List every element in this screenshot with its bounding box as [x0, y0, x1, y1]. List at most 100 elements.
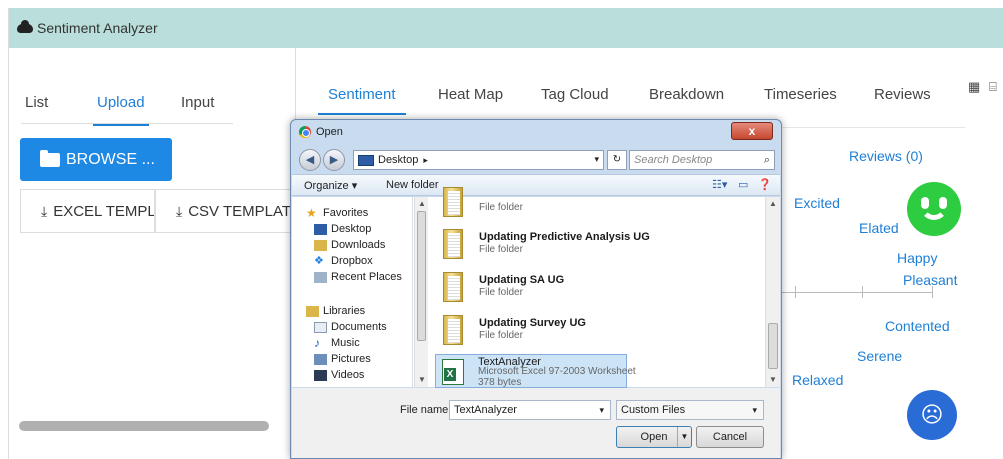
nav-scrollbar[interactable]: ▲ ▼ — [414, 197, 428, 387]
axis-tick — [862, 286, 863, 298]
file-name: Updating Survey UG — [479, 317, 586, 329]
folder-icon — [443, 229, 463, 259]
file-size: 378 bytes — [478, 377, 522, 388]
nav-libraries[interactable]: Libraries — [306, 305, 365, 317]
nav-label: Pictures — [331, 353, 371, 365]
nav-label: Desktop — [331, 223, 372, 235]
browse-button[interactable]: BROWSE ... — [20, 138, 172, 181]
chevron-down-icon[interactable]: ▾ — [752, 401, 757, 419]
recent-places-icon — [314, 271, 327, 283]
tab-input[interactable]: Input — [181, 94, 214, 111]
nav-label: Downloads — [331, 239, 386, 251]
file-item-selected[interactable]: TextAnalyzer Microsoft Excel 97-2003 Wor… — [435, 354, 636, 388]
download-icon: ⤓ — [41, 202, 48, 219]
nav-dropbox[interactable]: ❖ Dropbox — [314, 255, 373, 267]
nav-favorites[interactable]: ★ Favorites — [306, 207, 369, 220]
scroll-down-icon[interactable]: ▼ — [769, 375, 777, 384]
download-icon: ⤓ — [176, 202, 183, 219]
nav-label: Favorites — [323, 207, 369, 219]
chevron-down-icon[interactable]: ▼ — [677, 427, 691, 447]
csv-template-button[interactable]: ⤓ CSV TEMPLATE — [155, 189, 296, 233]
organize-menu[interactable]: Organize ▾ — [304, 179, 357, 192]
nav-label: Recent Places — [331, 271, 402, 283]
excel-template-button[interactable]: ⤓ EXCEL TEMPLATE — [20, 189, 155, 233]
file-item-folder[interactable]: Updating Survey UG File folder — [437, 313, 637, 351]
new-folder-button[interactable]: New folder — [386, 179, 439, 191]
nav-videos[interactable]: Videos — [314, 369, 364, 381]
excel-file-icon — [442, 359, 464, 385]
happy-face-icon — [907, 182, 961, 236]
file-type-value: Custom Files — [621, 404, 686, 416]
file-name-label: File name: — [400, 404, 452, 416]
network-icon[interactable]: ⌸ — [989, 79, 997, 95]
pictures-icon — [314, 353, 327, 365]
app-titlebar: Sentiment Analyzer — [9, 8, 1003, 48]
nav-label: Music — [331, 337, 360, 349]
nav-label: Libraries — [323, 305, 366, 317]
back-arrow-icon[interactable]: ◀ — [299, 149, 321, 171]
search-icon[interactable]: ⌕ — [764, 151, 770, 169]
documents-icon — [314, 321, 327, 333]
excel-export-icon[interactable]: ▦ — [968, 79, 980, 95]
left-panel: List Upload Input BROWSE ... ⤓ EXCEL TEM… — [9, 48, 296, 459]
help-icon[interactable]: ❓ — [758, 178, 772, 191]
sentiment-axis — [780, 292, 933, 293]
files-scrollbar[interactable]: ▲ ▼ — [765, 197, 780, 387]
folder-icon — [443, 187, 463, 217]
nav-music[interactable]: ♪ Music — [314, 337, 360, 350]
refresh-icon[interactable]: ↻ — [607, 150, 627, 170]
tab-heat-map[interactable]: Heat Map — [438, 86, 503, 103]
tab-list[interactable]: List — [25, 94, 48, 111]
address-text: Desktop — [378, 154, 419, 166]
scroll-up-icon[interactable]: ▲ — [418, 199, 426, 208]
file-item-folder[interactable]: Updating SA UG File folder — [437, 270, 637, 308]
file-name-value: TextAnalyzer — [454, 404, 517, 416]
file-type: File folder — [479, 287, 523, 298]
scroll-thumb[interactable] — [417, 211, 426, 341]
nav-pictures[interactable]: Pictures — [314, 353, 371, 365]
folder-icon — [443, 315, 463, 345]
nav-downloads[interactable]: Downloads — [314, 239, 385, 251]
reviews-count[interactable]: Reviews (0) — [849, 148, 923, 164]
axis-tick — [795, 286, 796, 298]
forward-arrow-icon[interactable]: ▶ — [323, 149, 345, 171]
chevron-down-icon[interactable]: ▾ — [594, 154, 599, 165]
downloads-icon — [314, 239, 327, 251]
scroll-thumb[interactable] — [768, 323, 778, 369]
horizontal-scrollbar[interactable] — [19, 421, 269, 431]
open-button[interactable]: Open ▼ — [616, 426, 692, 448]
file-type-select[interactable]: Custom Files ▾ — [616, 400, 764, 420]
file-name-input[interactable]: TextAnalyzer ▾ — [449, 400, 611, 420]
desktop-icon — [314, 223, 327, 235]
tab-tag-cloud[interactable]: Tag Cloud — [541, 86, 609, 103]
browse-label: BROWSE ... — [66, 150, 155, 168]
close-button[interactable]: x — [731, 122, 773, 140]
tab-reviews[interactable]: Reviews — [874, 86, 931, 103]
file-name: Updating Predictive Analysis UG — [479, 231, 650, 243]
scroll-up-icon[interactable]: ▲ — [769, 199, 777, 208]
file-type: File folder — [479, 244, 523, 255]
file-item-folder[interactable]: File folder — [437, 185, 637, 223]
scroll-down-icon[interactable]: ▼ — [418, 375, 426, 384]
dialog-title: Open — [316, 126, 343, 138]
dialog-titlebar: Open — [299, 126, 343, 138]
dropbox-icon: ❖ — [314, 254, 324, 267]
tab-timeseries[interactable]: Timeseries — [764, 86, 837, 103]
file-item-folder[interactable]: Updating Predictive Analysis UG File fol… — [437, 227, 650, 265]
search-input[interactable]: Search Desktop ⌕ — [629, 150, 775, 170]
chevron-down-icon[interactable]: ▾ — [599, 401, 604, 419]
tab-upload[interactable]: Upload — [93, 94, 149, 126]
preview-pane-icon[interactable]: ▭ — [738, 178, 748, 191]
emotion-pleasant: Pleasant — [903, 272, 958, 288]
tab-breakdown[interactable]: Breakdown — [649, 86, 724, 103]
excel-template-label: EXCEL TEMPLATE — [53, 202, 155, 220]
nav-documents[interactable]: Documents — [314, 321, 387, 333]
view-options-icon[interactable]: ☷▾ — [712, 178, 727, 191]
emotion-excited: Excited — [794, 195, 840, 211]
tab-sentiment[interactable]: Sentiment — [318, 86, 406, 115]
nav-recent-places[interactable]: Recent Places — [314, 271, 402, 283]
cancel-button[interactable]: Cancel — [696, 426, 764, 448]
address-bar[interactable]: Desktop ▸ ▾ — [353, 150, 604, 170]
folder-icon — [443, 272, 463, 302]
nav-desktop[interactable]: Desktop — [314, 223, 371, 235]
